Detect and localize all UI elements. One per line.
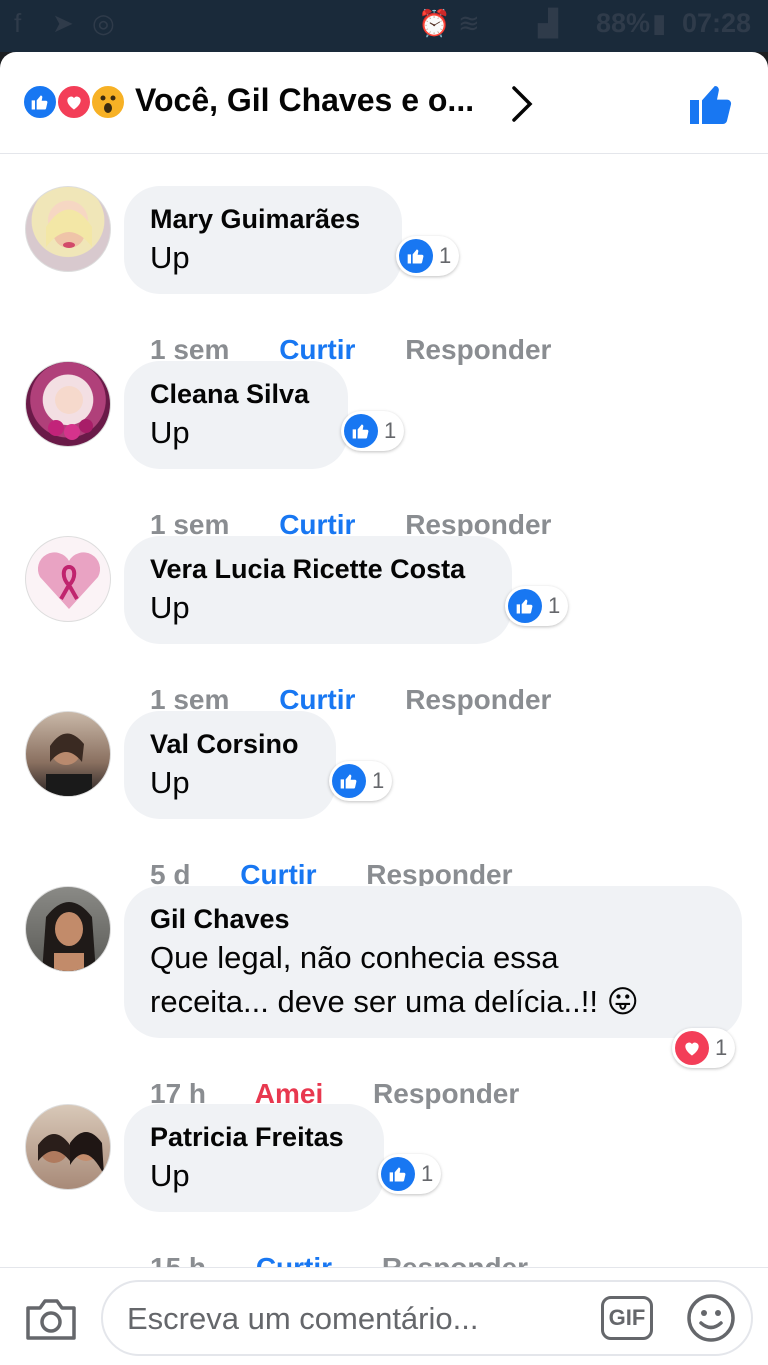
comment-text-line2: receita... deve ser uma delícia..!! 😛 xyxy=(150,984,639,1019)
avatar[interactable] xyxy=(25,711,111,797)
comment-bubble[interactable]: Vera Lucia Ricette Costa Up xyxy=(124,536,512,644)
avatar[interactable] xyxy=(25,886,111,972)
comment-text: Up xyxy=(150,590,190,625)
camera-icon[interactable] xyxy=(24,1294,78,1342)
instagram-icon: ◎ xyxy=(92,8,115,38)
comment-author[interactable]: Cleana Silva xyxy=(150,377,322,411)
avatar[interactable] xyxy=(25,1104,111,1190)
emoji-icon[interactable] xyxy=(685,1292,737,1344)
comment-input[interactable]: Escreva um comentário... GIF xyxy=(101,1280,753,1356)
reaction-count: 1 xyxy=(548,593,561,618)
love-icon xyxy=(675,1031,709,1065)
comment-author[interactable]: Vera Lucia Ricette Costa xyxy=(150,552,486,586)
comment-composer: Escreva um comentário... GIF xyxy=(0,1267,768,1365)
reaction-count-badge[interactable]: 1 xyxy=(341,411,405,451)
reply-button[interactable]: Responder xyxy=(405,684,551,715)
comment-bubble[interactable]: Patricia Freitas Up xyxy=(124,1104,384,1212)
status-bar: f ➤ ◎ ⏰ ≋ ▟ 88% ▮ 07:28 xyxy=(0,0,768,52)
like-icon xyxy=(344,414,378,448)
reactions-title[interactable]: Você, Gil Chaves e o... xyxy=(135,82,474,119)
avatar[interactable] xyxy=(25,361,111,447)
like-icon xyxy=(332,764,366,798)
telegram-icon: ➤ xyxy=(52,8,74,38)
like-icon xyxy=(381,1157,415,1191)
facebook-icon: f xyxy=(14,8,22,38)
comment-text-line1: Que legal, não conhecia essa xyxy=(150,940,559,975)
reaction-count-badge[interactable]: 1 xyxy=(672,1028,736,1068)
alarm-icon: ⏰ xyxy=(418,8,451,38)
comment-text: Up xyxy=(150,1158,190,1193)
comment-bubble[interactable]: Val Corsino Up xyxy=(124,711,336,819)
comments-sheet: Você, Gil Chaves e o... Mary Guimarães U… xyxy=(0,52,768,1365)
comment-author[interactable]: Patricia Freitas xyxy=(150,1120,358,1154)
comment-bubble[interactable]: Cleana Silva Up xyxy=(124,361,348,469)
reaction-count-badge[interactable]: 1 xyxy=(396,236,460,276)
comment-text: Up xyxy=(150,240,190,275)
reaction-count: 1 xyxy=(384,418,397,443)
reaction-count: 1 xyxy=(421,1161,434,1186)
like-icon xyxy=(399,239,433,273)
like-thumb-icon[interactable] xyxy=(688,80,736,128)
wow-reaction-icon xyxy=(90,84,126,120)
like-icon xyxy=(508,589,542,623)
love-reaction-icon xyxy=(56,84,92,120)
clock: 07:28 xyxy=(682,8,752,38)
comment-author[interactable]: Mary Guimarães xyxy=(150,202,376,236)
comment-bubble[interactable]: Mary Guimarães Up xyxy=(124,186,402,294)
reaction-count-badge[interactable]: 1 xyxy=(505,586,569,626)
battery-percent: 88% xyxy=(596,8,651,38)
comment-text: Up xyxy=(150,765,190,800)
comment-text: Up xyxy=(150,415,190,450)
chevron-right-icon[interactable] xyxy=(508,82,538,126)
reply-button[interactable]: Responder xyxy=(405,334,551,365)
reactions-header[interactable]: Você, Gil Chaves e o... xyxy=(0,52,768,154)
reaction-summary[interactable] xyxy=(22,84,132,124)
reply-button[interactable]: Responder xyxy=(373,1078,519,1109)
gif-button[interactable]: GIF xyxy=(601,1296,653,1340)
reaction-count: 1 xyxy=(715,1035,728,1060)
comment-placeholder[interactable]: Escreva um comentário... xyxy=(127,1301,478,1337)
reaction-count-badge[interactable]: 1 xyxy=(378,1154,442,1194)
reaction-count: 1 xyxy=(372,768,385,793)
wifi-icon: ≋ xyxy=(458,8,480,38)
comment-author[interactable]: Gil Chaves xyxy=(150,902,716,936)
battery-icon: ▮ xyxy=(652,8,667,38)
comment-bubble[interactable]: Gil Chaves Que legal, não conhecia essa … xyxy=(124,886,742,1038)
reaction-count: 1 xyxy=(439,243,452,268)
like-reaction-icon xyxy=(22,84,58,120)
comment-author[interactable]: Val Corsino xyxy=(150,727,310,761)
signal-icon: ▟ xyxy=(538,8,558,38)
avatar[interactable] xyxy=(25,536,111,622)
reaction-count-badge[interactable]: 1 xyxy=(329,761,393,801)
avatar[interactable] xyxy=(25,186,111,272)
